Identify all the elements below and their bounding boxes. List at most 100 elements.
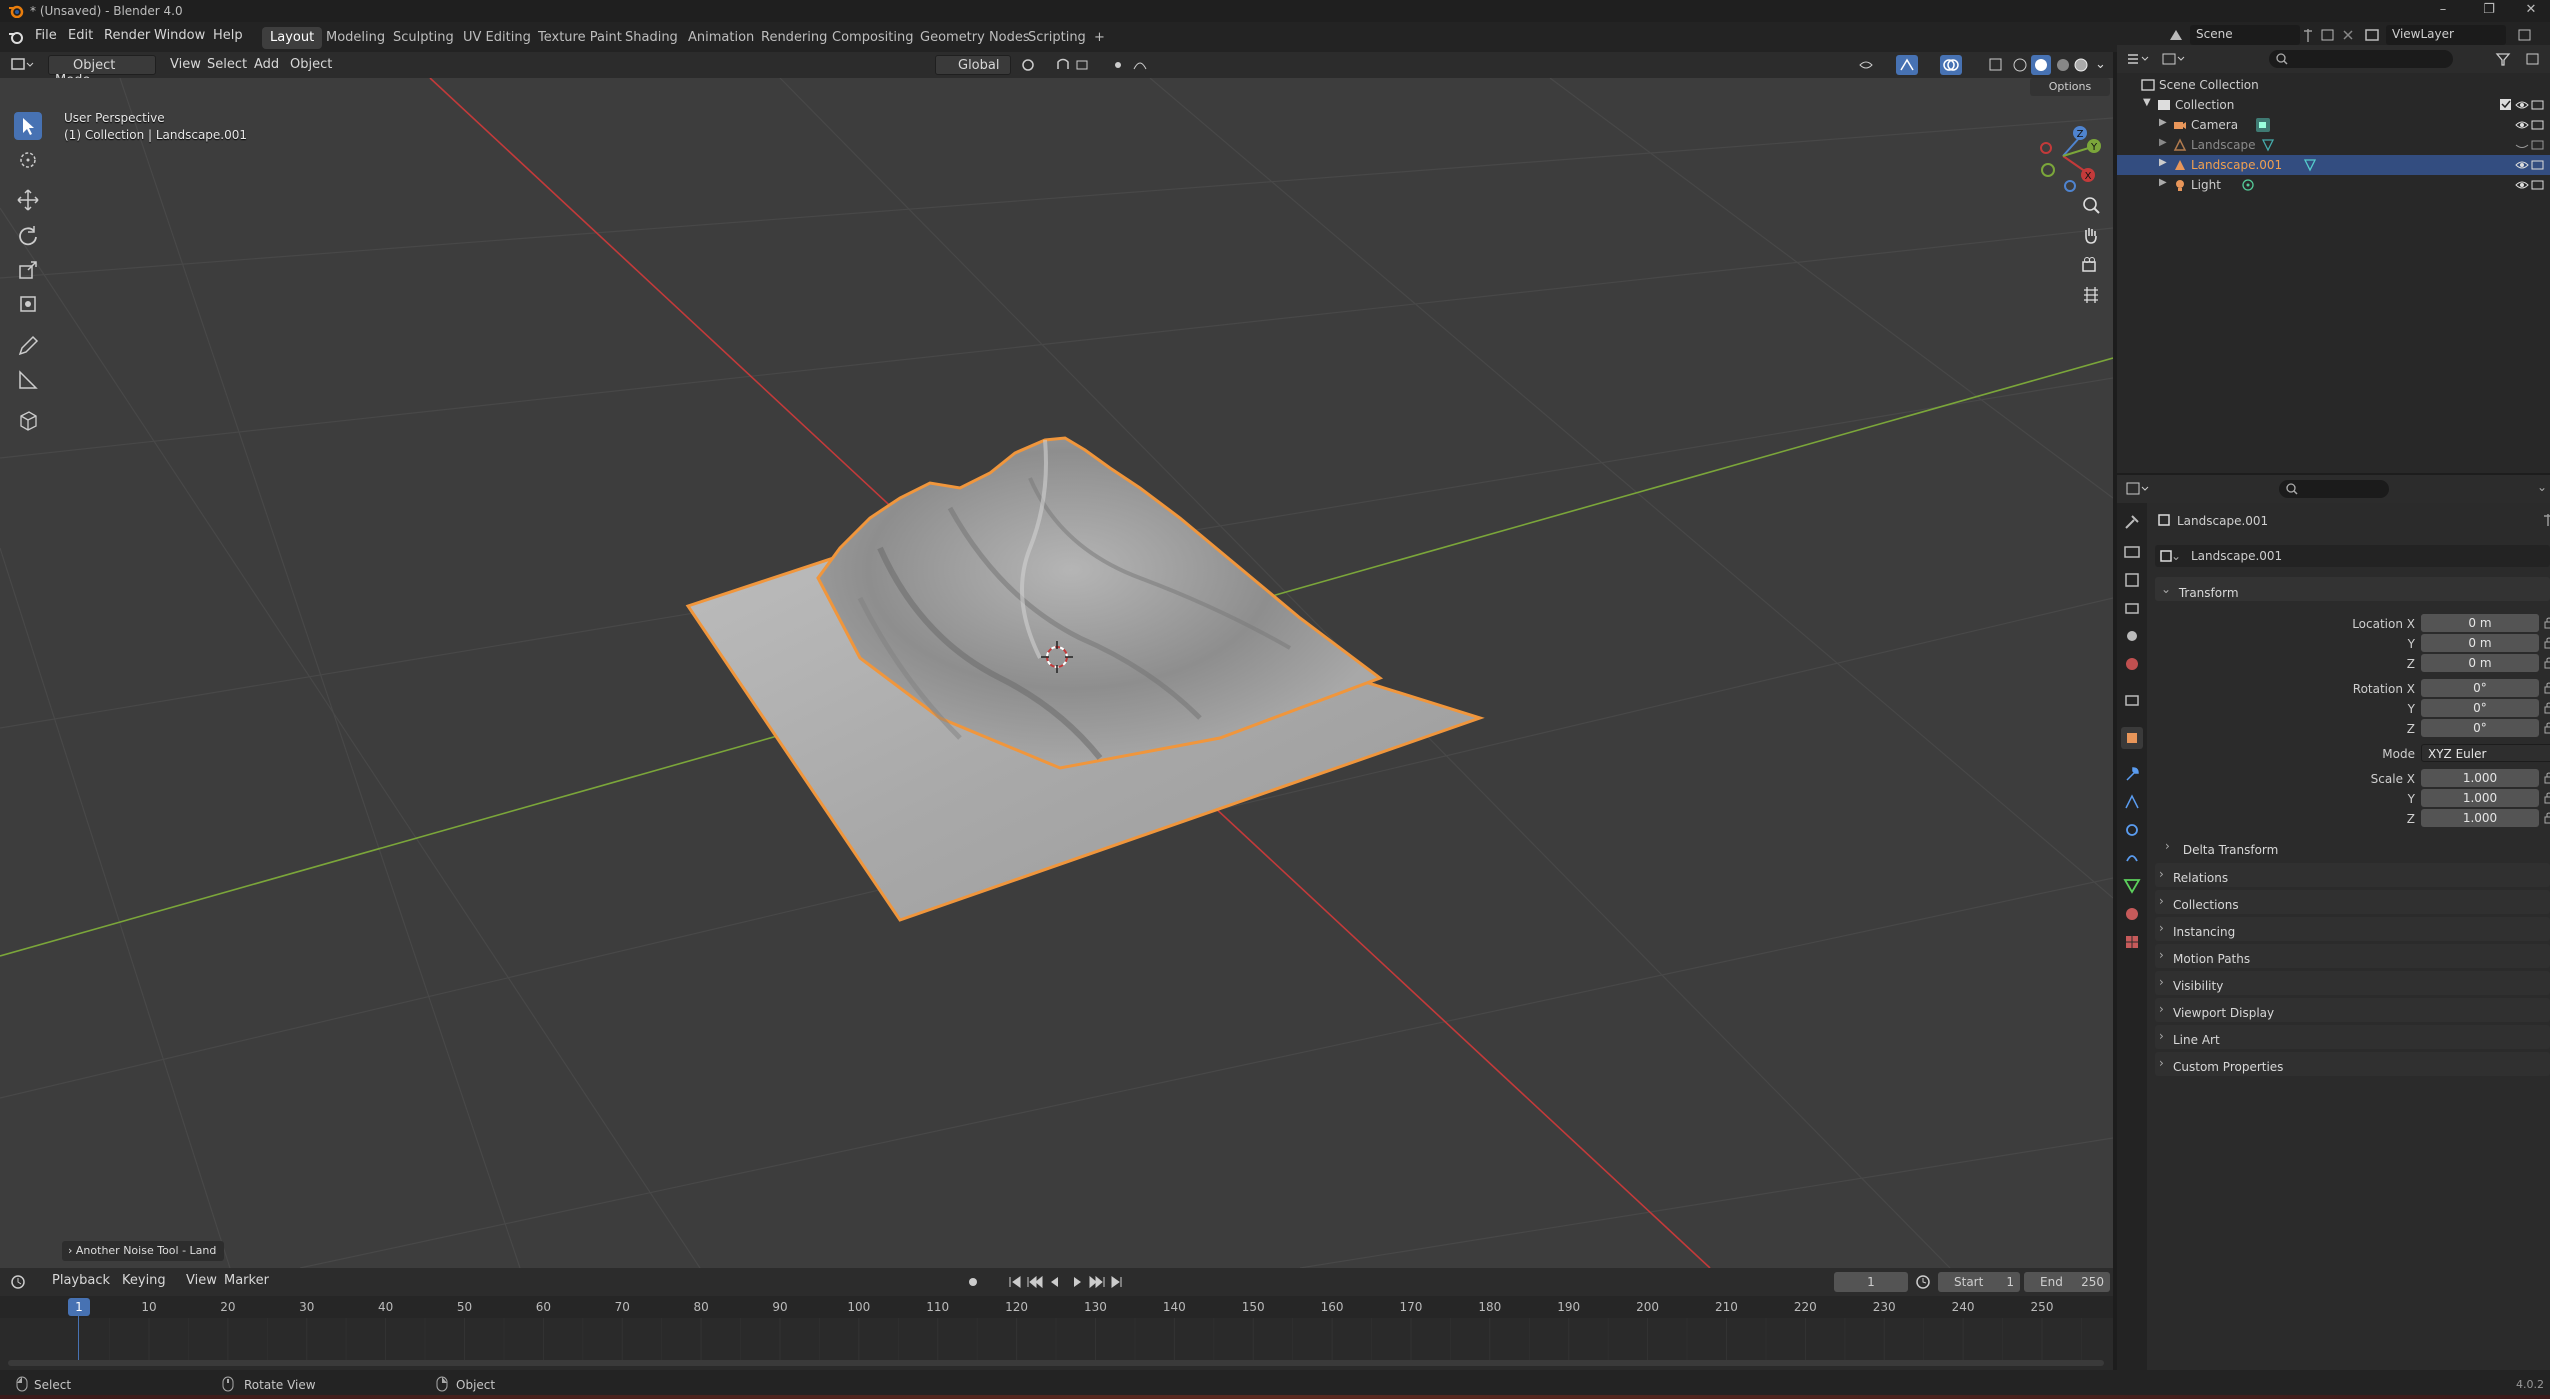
shading-options-chevron[interactable]: ⌄ <box>2089 55 2112 75</box>
timeline-scrollbar[interactable] <box>8 1360 2104 1366</box>
lock-icon[interactable] <box>2543 771 2550 785</box>
last-operator-panel[interactable]: › Another Noise Tool - Land <box>62 1241 224 1261</box>
tab-texture-paint[interactable]: Texture Paint <box>530 27 630 49</box>
tab-geometry-nodes[interactable]: Geometry Nodes <box>912 27 1038 49</box>
solid-shading-button[interactable] <box>2031 55 2051 75</box>
gizmo-toggle-button[interactable] <box>1896 55 1918 75</box>
tab-sculpting[interactable]: Sculpting <box>385 27 462 49</box>
collection-tab-icon[interactable] <box>2123 691 2141 709</box>
record-keyframe-icon[interactable] <box>964 1274 982 1290</box>
orthographic-grid-icon[interactable] <box>2080 284 2102 306</box>
scale-x-field[interactable]: 1.000 <box>2421 769 2539 787</box>
lock-icon[interactable] <box>2543 721 2550 735</box>
render-camera-icon[interactable] <box>2531 138 2545 152</box>
tool-tab-icon[interactable] <box>2123 513 2141 531</box>
annotate-tool[interactable] <box>14 332 42 360</box>
outliner-collection[interactable]: ▼ Collection <box>2117 95 2550 115</box>
outliner-item-landscape-001[interactable]: ▶ Landscape.001 <box>2117 155 2550 175</box>
outliner-scene-collection[interactable]: Scene Collection <box>2117 75 2550 95</box>
maximize-button[interactable]: ❐ <box>2472 2 2506 20</box>
expand-chevron-icon[interactable]: ▼ <box>2143 97 2151 108</box>
landscape-mesh[interactable] <box>685 436 1485 922</box>
add-workspace-button[interactable]: + <box>1086 27 1113 49</box>
measure-tool[interactable] <box>14 366 42 394</box>
zoom-icon[interactable] <box>2080 194 2102 216</box>
menu-edit[interactable]: Edit <box>68 28 93 43</box>
rotation-x-field[interactable]: 0° <box>2421 679 2539 697</box>
viewport-menu-select[interactable]: Select <box>201 55 253 75</box>
object-mode-dropdown[interactable]: Object Mode <box>48 55 156 88</box>
tab-uv-editing[interactable]: UV Editing <box>455 27 539 49</box>
rotation-z-field[interactable]: 0° <box>2421 719 2539 737</box>
viewport-menu-add[interactable]: Add <box>248 55 285 75</box>
tab-animation[interactable]: Animation <box>680 27 762 49</box>
material-tab-icon[interactable] <box>2123 905 2141 923</box>
lock-icon[interactable] <box>2543 701 2550 715</box>
object-tab[interactable] <box>2121 727 2143 749</box>
menu-help[interactable]: Help <box>213 28 243 43</box>
location-z-field[interactable]: 0 m <box>2421 654 2539 672</box>
lock-icon[interactable] <box>2543 616 2550 630</box>
tab-compositing[interactable]: Compositing <box>824 27 922 49</box>
scale-z-field[interactable]: 1.000 <box>2421 809 2539 827</box>
overlays-toggle-button[interactable] <box>1940 55 1962 75</box>
new-scene-icon[interactable] <box>2320 27 2336 43</box>
collapse-chevron-icon[interactable]: ▶ <box>2159 117 2167 128</box>
visibility-eye-icon[interactable] <box>2515 98 2529 112</box>
section-relations[interactable]: › Relations <box>2155 863 2550 887</box>
end-frame-field[interactable]: End 250 <box>2024 1272 2110 1292</box>
section-instancing[interactable]: › Instancing <box>2155 917 2550 941</box>
start-frame-field[interactable]: Start 1 <box>1938 1272 2020 1292</box>
delete-scene-icon[interactable] <box>2340 27 2356 43</box>
render-tab-icon[interactable] <box>2123 543 2141 561</box>
render-camera-icon[interactable] <box>2531 178 2545 192</box>
output-tab-icon[interactable] <box>2123 571 2141 589</box>
menu-render[interactable]: Render <box>104 28 150 43</box>
display-mode-icon[interactable] <box>2161 51 2187 67</box>
3d-viewport[interactable]: User Perspective (1) Collection | Landsc… <box>0 78 2113 1268</box>
wireframe-shading-icon[interactable] <box>2012 56 2028 74</box>
properties-editor-type-icon[interactable] <box>2125 481 2151 497</box>
timeline-menu-marker[interactable]: Marker <box>218 1271 275 1291</box>
render-camera-icon[interactable] <box>2531 118 2545 132</box>
viewport-menu-object[interactable]: Object <box>284 55 338 75</box>
gizmo-neg-z-handle[interactable] <box>2064 180 2076 192</box>
material-shading-icon[interactable] <box>2054 56 2072 74</box>
view-layer-tab-icon[interactable] <box>2123 599 2141 617</box>
world-tab-icon[interactable] <box>2123 655 2141 673</box>
section-custom-properties[interactable]: › Custom Properties <box>2155 1052 2550 1076</box>
tab-scripting[interactable]: Scripting <box>1020 27 1094 49</box>
physics-tab-icon[interactable] <box>2123 821 2141 839</box>
scale-tool[interactable] <box>14 256 42 284</box>
object-datablock-field[interactable]: ⌄ Landscape.001 <box>2155 545 2550 567</box>
select-box-tool[interactable] <box>14 112 42 140</box>
outliner-item-light[interactable]: ▶ Light <box>2117 175 2550 195</box>
lock-icon[interactable] <box>2543 681 2550 695</box>
render-camera-icon[interactable] <box>2531 98 2545 112</box>
section-visibility[interactable]: › Visibility <box>2155 971 2550 995</box>
location-x-value-box[interactable]: 0 m <box>2421 614 2539 632</box>
lock-icon[interactable] <box>2543 656 2550 670</box>
xray-icon[interactable] <box>1988 56 2004 74</box>
playback-controls[interactable] <box>1006 1274 1126 1290</box>
options-dropdown[interactable]: Options <box>2030 78 2110 96</box>
properties-search-input[interactable] <box>2279 480 2389 498</box>
timeline-menu-view[interactable]: View <box>180 1271 223 1291</box>
constraints-tab-icon[interactable] <box>2123 849 2141 867</box>
camera-view-icon[interactable] <box>2080 254 2102 276</box>
gizmo-neg-y-handle[interactable] <box>2041 163 2055 177</box>
visibility-eye-icon[interactable] <box>2515 178 2529 192</box>
lock-icon[interactable] <box>2543 811 2550 825</box>
viewport-visibility-icon[interactable] <box>1858 57 1882 73</box>
new-collection-icon[interactable] <box>2525 51 2545 67</box>
add-cube-tool[interactable] <box>14 406 42 434</box>
particles-tab-icon[interactable] <box>2123 793 2141 811</box>
visibility-eye-icon[interactable] <box>2515 158 2529 172</box>
render-camera-icon[interactable] <box>2531 158 2545 172</box>
datablock-chevron-icon[interactable]: ⌄ <box>2171 549 2181 563</box>
pan-hand-icon[interactable] <box>2080 224 2102 246</box>
delta-transform-header[interactable]: › Delta Transform <box>2165 835 2550 859</box>
lock-icon[interactable] <box>2543 636 2550 650</box>
section-motion-paths[interactable]: › Motion Paths <box>2155 944 2550 968</box>
collapse-chevron-icon[interactable]: ▶ <box>2159 137 2167 148</box>
